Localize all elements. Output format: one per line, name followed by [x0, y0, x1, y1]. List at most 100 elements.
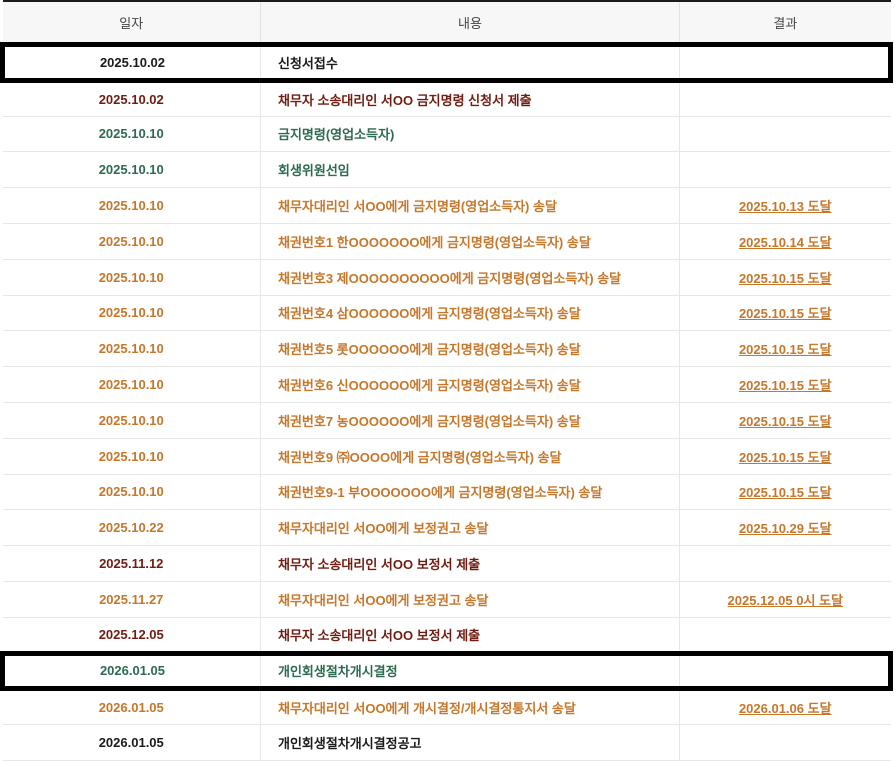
table-row: 2025.10.10 채권번호5 롯OOOOOO에게 금지명령(영업소득자) 송… — [3, 331, 891, 367]
table-row: 2026.01.05 개인회생절차개시결정 — [3, 653, 891, 689]
table-row: 2025.10.02 신청서접수 — [3, 45, 891, 81]
header-result: 결과 — [680, 1, 891, 45]
content-cell: 채권번호9 ㈜OOOO에게 금지명령(영업소득자) 송달 — [261, 438, 680, 474]
result-cell: 2025.10.13 도달 — [680, 188, 891, 224]
date-cell: 2026.01.05 — [3, 689, 261, 725]
result-link[interactable]: 2025.10.15 도달 — [739, 378, 832, 393]
result-link[interactable]: 2025.12.05 0시 도달 — [728, 593, 843, 608]
table-row: 2025.10.10 회생위원선임 — [3, 152, 891, 188]
table-row: 2026.01.05 개인회생절차개시결정공고 — [3, 725, 891, 761]
content-cell: 채무자 소송대리인 서OO 보정서 제출 — [261, 617, 680, 653]
result-link[interactable]: 2025.10.15 도달 — [739, 306, 832, 321]
content-cell: 회생위원선임 — [261, 152, 680, 188]
result-cell: 2025.12.05 0시 도달 — [680, 581, 891, 617]
result-cell — [680, 45, 891, 81]
result-cell: 2025.10.15 도달 — [680, 474, 891, 510]
content-cell: 채권번호7 농OOOOOO에게 금지명령(영업소득자) 송달 — [261, 402, 680, 438]
result-cell: 2025.10.14 도달 — [680, 223, 891, 259]
result-cell — [680, 152, 891, 188]
content-cell: 채권번호3 제OOOOOOOOOO에게 금지명령(영업소득자) 송달 — [261, 259, 680, 295]
date-cell: 2025.10.10 — [3, 223, 261, 259]
result-cell: 2025.10.15 도달 — [680, 259, 891, 295]
table-row: 2026.01.05 채무자대리인 서OO에게 개시결정/개시결정통지서 송달 … — [3, 689, 891, 725]
date-cell: 2025.10.10 — [3, 152, 261, 188]
date-cell: 2025.10.10 — [3, 295, 261, 331]
date-cell: 2025.10.10 — [3, 116, 261, 152]
result-cell — [680, 653, 891, 689]
content-cell: 채무자대리인 서OO에게 금지명령(영업소득자) 송달 — [261, 188, 680, 224]
result-link[interactable]: 2025.10.15 도달 — [739, 342, 832, 357]
table-row: 2025.11.12 채무자 소송대리인 서OO 보정서 제출 — [3, 546, 891, 582]
result-link[interactable]: 2025.10.15 도달 — [739, 414, 832, 429]
date-cell: 2025.10.10 — [3, 474, 261, 510]
result-cell: 2025.10.15 도달 — [680, 402, 891, 438]
table-row: 2025.10.10 채권번호9 ㈜OOOO에게 금지명령(영업소득자) 송달 … — [3, 438, 891, 474]
date-cell: 2025.10.10 — [3, 402, 261, 438]
content-cell: 채권번호9-1 부OOOOOOO에게 금지명령(영업소득자) 송달 — [261, 474, 680, 510]
table-row: 2025.10.10 채권번호6 신OOOOOO에게 금지명령(영업소득자) 송… — [3, 367, 891, 403]
date-cell: 2025.10.10 — [3, 438, 261, 474]
content-cell: 채무자 소송대리인 서OO 보정서 제출 — [261, 546, 680, 582]
table-row: 2025.10.10 채권번호4 삼OOOOOO에게 금지명령(영업소득자) 송… — [3, 295, 891, 331]
result-link[interactable]: 2025.10.15 도달 — [739, 485, 832, 500]
result-cell — [680, 617, 891, 653]
case-progress-section: 일자 내용 결과 2025.10.02 신청서접수 2025.10.02 채무자… — [0, 0, 888, 761]
table-row: 2025.10.10 채권번호7 농OOOOOO에게 금지명령(영업소득자) 송… — [3, 402, 891, 438]
result-link[interactable]: 2025.10.15 도달 — [739, 450, 832, 465]
date-cell: 2025.10.10 — [3, 188, 261, 224]
table-row: 2025.10.10 채권번호1 한OOOOOOO에게 금지명령(영업소득자) … — [3, 223, 891, 259]
date-cell: 2026.01.05 — [3, 725, 261, 761]
table-row: 2025.10.10 채권번호3 제OOOOOOOOOO에게 금지명령(영업소득… — [3, 259, 891, 295]
result-link[interactable]: 2025.10.14 도달 — [739, 235, 832, 250]
table-row: 2025.10.10 채무자대리인 서OO에게 금지명령(영업소득자) 송달 2… — [3, 188, 891, 224]
content-cell: 금지명령(영업소득자) — [261, 116, 680, 152]
content-cell: 채무자대리인 서OO에게 보정권고 송달 — [261, 510, 680, 546]
result-link[interactable]: 2026.01.06 도달 — [739, 701, 832, 716]
date-cell: 2025.12.05 — [3, 617, 261, 653]
result-cell — [680, 725, 891, 761]
result-cell: 2025.10.15 도달 — [680, 331, 891, 367]
content-cell: 채무자대리인 서OO에게 보정권고 송달 — [261, 581, 680, 617]
table-row: 2025.11.27 채무자대리인 서OO에게 보정권고 송달 2025.12.… — [3, 581, 891, 617]
date-cell: 2025.10.02 — [3, 80, 261, 116]
table-row: 2025.12.05 채무자 소송대리인 서OO 보정서 제출 — [3, 617, 891, 653]
header-date: 일자 — [3, 1, 261, 45]
table-row: 2025.10.10 채권번호9-1 부OOOOOOO에게 금지명령(영업소득자… — [3, 474, 891, 510]
header-content: 내용 — [261, 1, 680, 45]
content-cell: 채권번호1 한OOOOOOO에게 금지명령(영업소득자) 송달 — [261, 223, 680, 259]
result-cell: 2025.10.29 도달 — [680, 510, 891, 546]
content-cell: 채무자 소송대리인 서OO 금지명령 신청서 제출 — [261, 80, 680, 116]
case-progress-table: 일자 내용 결과 2025.10.02 신청서접수 2025.10.02 채무자… — [0, 0, 893, 761]
table-header: 일자 내용 결과 — [3, 1, 891, 45]
content-cell: 채권번호4 삼OOOOOO에게 금지명령(영업소득자) 송달 — [261, 295, 680, 331]
header-row: 일자 내용 결과 — [3, 1, 891, 45]
date-cell: 2025.10.22 — [3, 510, 261, 546]
table-row: 2025.10.10 금지명령(영업소득자) — [3, 116, 891, 152]
result-link[interactable]: 2025.10.13 도달 — [739, 199, 832, 214]
content-cell: 신청서접수 — [261, 45, 680, 81]
date-cell: 2025.10.02 — [3, 45, 261, 81]
result-cell: 2025.10.15 도달 — [680, 367, 891, 403]
table-row: 2025.10.02 채무자 소송대리인 서OO 금지명령 신청서 제출 — [3, 80, 891, 116]
result-cell — [680, 116, 891, 152]
content-cell: 채권번호6 신OOOOOO에게 금지명령(영업소득자) 송달 — [261, 367, 680, 403]
content-cell: 채무자대리인 서OO에게 개시결정/개시결정통지서 송달 — [261, 689, 680, 725]
result-cell: 2025.10.15 도달 — [680, 438, 891, 474]
date-cell: 2025.11.12 — [3, 546, 261, 582]
result-cell: 2026.01.06 도달 — [680, 689, 891, 725]
result-cell — [680, 546, 891, 582]
content-cell: 개인회생절차개시결정 — [261, 653, 680, 689]
date-cell: 2026.01.05 — [3, 653, 261, 689]
result-link[interactable]: 2025.10.15 도달 — [739, 271, 832, 286]
date-cell: 2025.10.10 — [3, 367, 261, 403]
case-table-body: 2025.10.02 신청서접수 2025.10.02 채무자 소송대리인 서O… — [3, 45, 891, 761]
date-cell: 2025.10.10 — [3, 259, 261, 295]
result-link[interactable]: 2025.10.29 도달 — [739, 521, 832, 536]
result-cell — [680, 80, 891, 116]
content-cell: 개인회생절차개시결정공고 — [261, 725, 680, 761]
date-cell: 2025.10.10 — [3, 331, 261, 367]
result-cell: 2025.10.15 도달 — [680, 295, 891, 331]
content-cell: 채권번호5 롯OOOOOO에게 금지명령(영업소득자) 송달 — [261, 331, 680, 367]
table-row: 2025.10.22 채무자대리인 서OO에게 보정권고 송달 2025.10.… — [3, 510, 891, 546]
date-cell: 2025.11.27 — [3, 581, 261, 617]
